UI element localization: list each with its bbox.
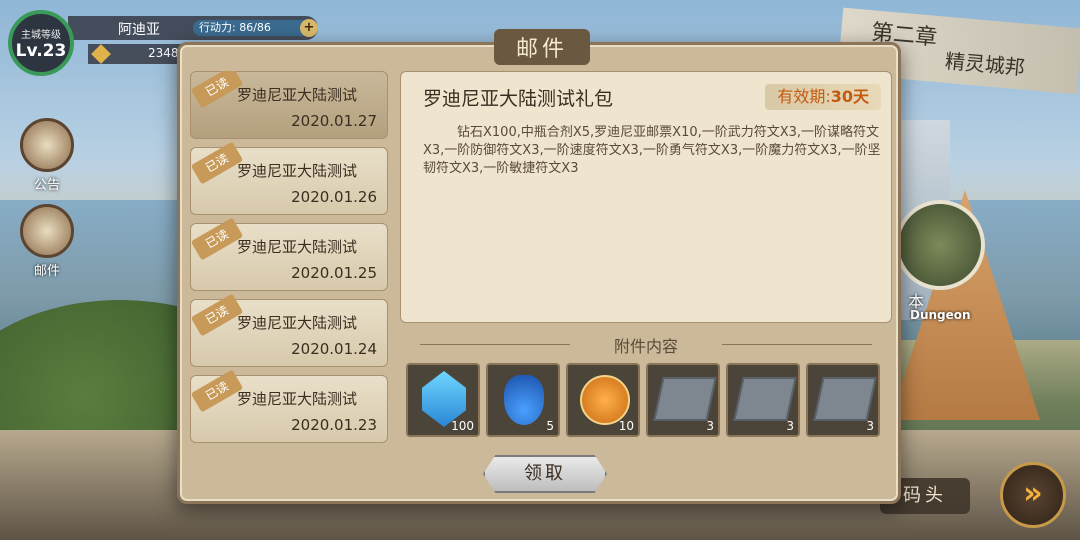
next-arrow-button[interactable]: » [1000, 462, 1066, 528]
attachment-slot[interactable]: 3 [726, 363, 800, 437]
gold-icon [91, 44, 111, 64]
player-level[interactable]: 主城等级 Lv.23 [8, 10, 74, 76]
stamina-bar: 行动力: 86/86 [193, 20, 313, 36]
attachment-slot[interactable]: 100 [406, 363, 480, 437]
mail-title: 罗迪尼亚大陆测试 [237, 162, 358, 180]
attachment-slot[interactable]: 5 [486, 363, 560, 437]
mail-item[interactable]: 已读 罗迪尼亚大陆测试 2020.01.23 [190, 369, 388, 443]
mail-item[interactable]: 已读 罗迪尼亚大陆测试 2020.01.24 [190, 293, 388, 367]
attachments-header: 附件内容 [400, 333, 892, 356]
chapter-subtitle: 精灵城邦 [944, 48, 1026, 80]
validity-label: 有效期: [777, 87, 831, 106]
mail-dialog: 邮件 已读 罗迪尼亚大陆测试 2020.01.27 已读 罗迪尼亚大陆测试 20… [177, 29, 904, 504]
dialog-title: 邮件 [493, 29, 590, 65]
mail-item[interactable]: 已读 罗迪尼亚大陆测试 2020.01.26 [190, 141, 388, 215]
dialog-header: 邮件 [180, 29, 904, 65]
coin-icon [580, 375, 630, 425]
attachment-count: 3 [786, 419, 794, 433]
rune-icon [813, 377, 877, 421]
mail-date: 2020.01.25 [291, 264, 377, 282]
mail-list[interactable]: 已读 罗迪尼亚大陆测试 2020.01.27 已读 罗迪尼亚大陆测试 2020.… [190, 71, 390, 451]
mail-button[interactable]: 邮件 [14, 204, 80, 279]
mail-detail: 罗迪尼亚大陆测试礼包 有效期:30天 钻石X100,中瓶合剂X5,罗迪尼亚邮票X… [400, 71, 892, 323]
read-tag: 已读 [190, 217, 244, 261]
mail-title: 罗迪尼亚大陆测试 [237, 86, 358, 104]
mail-label: 邮件 [33, 264, 60, 279]
potion-icon [504, 375, 544, 425]
attachment-count: 5 [546, 419, 554, 433]
read-tag: 已读 [190, 141, 244, 185]
validity-badge: 有效期:30天 [765, 84, 881, 110]
mail-item[interactable]: 已读 罗迪尼亚大陆测试 2020.01.27 [190, 71, 388, 139]
add-stamina-button[interactable]: + [300, 19, 318, 37]
attachment-slot[interactable]: 3 [806, 363, 880, 437]
read-tag: 已读 [190, 293, 244, 337]
attachment-count: 3 [866, 419, 874, 433]
claim-button[interactable]: 领取 [483, 455, 607, 493]
mail-title: 罗迪尼亚大陆测试 [237, 390, 358, 408]
mail-body: 钻石X100,中瓶合剂X5,罗迪尼亚邮票X10,一阶武力符文X3,一阶谋略符文X… [423, 125, 881, 176]
stamina-value: 86/86 [239, 21, 271, 34]
mail-date: 2020.01.24 [291, 340, 377, 358]
stamina-label: 行动力: [199, 21, 236, 34]
rune-icon [733, 377, 797, 421]
envelope-icon [20, 204, 74, 258]
notice-board-icon [20, 118, 74, 172]
level-caption: 主城等级 [21, 30, 61, 41]
dungeon-label-en: Dungeon [910, 308, 971, 322]
notice-label: 公告 [33, 178, 60, 193]
name-bar: 阿迪亚 行动力: 86/86 + [68, 16, 318, 40]
player-name: 阿迪亚 [118, 22, 160, 38]
attachment-count: 100 [451, 419, 474, 433]
mail-title: 罗迪尼亚大陆测试 [237, 314, 358, 332]
mail-date: 2020.01.23 [291, 416, 377, 434]
attachments-row: 100 5 10 3 3 3 [406, 363, 886, 437]
read-tag: 已读 [190, 369, 244, 413]
mail-date: 2020.01.27 [291, 112, 377, 130]
attachment-slot[interactable]: 10 [566, 363, 640, 437]
level-value: Lv.23 [15, 41, 67, 61]
attachment-count: 3 [706, 419, 714, 433]
attachment-count: 10 [618, 419, 634, 433]
attachment-slot[interactable]: 3 [646, 363, 720, 437]
validity-value: 30天 [830, 87, 869, 106]
read-tag: 已读 [190, 71, 244, 109]
mail-date: 2020.01.26 [291, 188, 377, 206]
mail-title: 罗迪尼亚大陆测试 [237, 238, 358, 256]
mail-detail-title: 罗迪尼亚大陆测试礼包 [423, 88, 614, 110]
dungeon-icon[interactable] [895, 200, 985, 290]
notice-button[interactable]: 公告 [14, 118, 80, 193]
mail-item[interactable]: 已读 罗迪尼亚大陆测试 2020.01.25 [190, 217, 388, 291]
rune-icon [653, 377, 717, 421]
